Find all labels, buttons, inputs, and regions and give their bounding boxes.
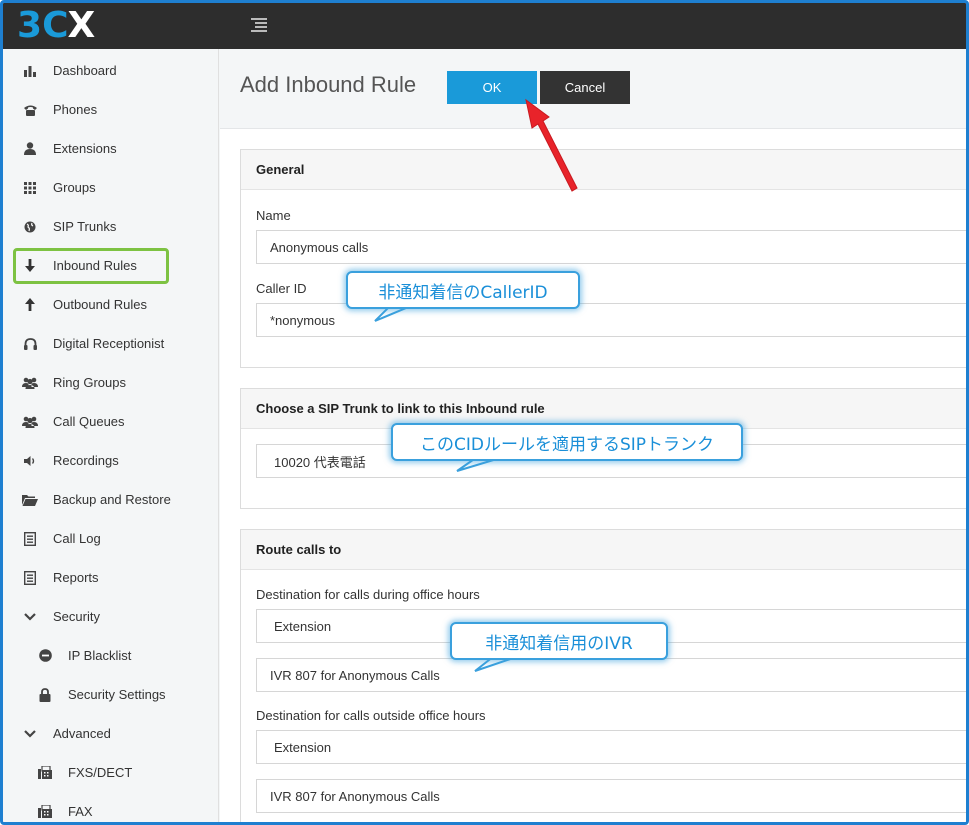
speaker-icon bbox=[21, 452, 39, 470]
cancel-button[interactable]: Cancel bbox=[540, 71, 630, 104]
folder-icon bbox=[21, 491, 39, 509]
sidebar-item-backup-and-restore[interactable]: Backup and Restore bbox=[3, 480, 219, 519]
users-icon bbox=[21, 374, 39, 392]
sidebar-item-sip-trunks[interactable]: SIP Trunks bbox=[3, 207, 219, 246]
list-icon bbox=[21, 569, 39, 587]
user-icon bbox=[21, 140, 39, 158]
fax-icon bbox=[36, 764, 54, 782]
app-window: 3CX Dashboard Phones Extensions Groups S… bbox=[0, 0, 969, 825]
sidebar-item-extensions[interactable]: Extensions bbox=[3, 129, 219, 168]
panel-title: Route calls to bbox=[241, 530, 966, 570]
headset-icon bbox=[21, 335, 39, 353]
sidebar-item-dashboard[interactable]: Dashboard bbox=[3, 51, 219, 90]
sidebar-item-security-settings[interactable]: Security Settings bbox=[3, 675, 219, 714]
bar-chart-icon bbox=[21, 62, 39, 80]
ok-button[interactable]: OK bbox=[447, 71, 537, 104]
sidebar-item-fax[interactable]: FAX bbox=[3, 792, 219, 822]
sidebar-item-call-log[interactable]: Call Log bbox=[3, 519, 219, 558]
office-hours-destination-select[interactable]: IVR 807 for Anonymous Calls bbox=[256, 658, 966, 692]
sidebar-item-groups[interactable]: Groups bbox=[3, 168, 219, 207]
caller-id-label: Caller ID bbox=[256, 281, 307, 296]
sidebar-item-inbound-rules[interactable]: Inbound Rules bbox=[3, 246, 219, 285]
name-field[interactable]: Anonymous calls bbox=[256, 230, 966, 264]
sidebar-item-outbound-rules[interactable]: Outbound Rules bbox=[3, 285, 219, 324]
chevron-down-icon bbox=[21, 608, 39, 626]
top-bar: 3CX bbox=[3, 3, 966, 49]
page-header: Add Inbound Rule OK Cancel bbox=[220, 49, 966, 129]
sidebar-item-call-queues[interactable]: Call Queues bbox=[3, 402, 219, 441]
sidebar-item-ip-blacklist[interactable]: IP Blacklist bbox=[3, 636, 219, 675]
page-title: Add Inbound Rule bbox=[240, 72, 417, 97]
general-panel: General Name Anonymous calls Caller ID *… bbox=[240, 149, 966, 368]
office-hours-label: Destination for calls during office hour… bbox=[256, 587, 480, 602]
phone-icon bbox=[21, 101, 39, 119]
sidebar-item-phones[interactable]: Phones bbox=[3, 90, 219, 129]
trunk-callout: このCIDルールを適用するSIPトランク bbox=[391, 423, 743, 461]
menu-toggle-icon[interactable] bbox=[251, 18, 267, 32]
list-icon bbox=[21, 530, 39, 548]
sidebar-item-advanced[interactable]: Advanced bbox=[3, 714, 219, 753]
arrow-up-icon bbox=[21, 296, 39, 314]
users-icon bbox=[21, 413, 39, 431]
sidebar-item-security[interactable]: Security bbox=[3, 597, 219, 636]
name-label: Name bbox=[256, 208, 291, 223]
lock-icon bbox=[36, 686, 54, 704]
ivr-callout: 非通知着信用のIVR bbox=[450, 622, 668, 660]
callerid-callout: 非通知着信のCallerID bbox=[346, 271, 580, 309]
3cx-logo[interactable]: 3CX bbox=[17, 5, 95, 46]
sidebar-item-ring-groups[interactable]: Ring Groups bbox=[3, 363, 219, 402]
sidebar-item-reports[interactable]: Reports bbox=[3, 558, 219, 597]
globe-icon bbox=[21, 218, 39, 236]
route-calls-panel: Route calls to Destination for calls dur… bbox=[240, 529, 966, 822]
outside-hours-label: Destination for calls outside office hou… bbox=[256, 708, 486, 723]
sidebar-item-digital-receptionist[interactable]: Digital Receptionist bbox=[3, 324, 219, 363]
outside-hours-type-select[interactable]: Extension bbox=[256, 730, 966, 764]
sidebar: Dashboard Phones Extensions Groups SIP T… bbox=[3, 49, 219, 822]
grid-icon bbox=[21, 179, 39, 197]
panel-title: General bbox=[241, 150, 966, 190]
minus-circle-icon bbox=[36, 647, 54, 665]
outside-hours-destination-select[interactable]: IVR 807 for Anonymous Calls bbox=[256, 779, 966, 813]
fax-icon bbox=[36, 803, 54, 821]
sidebar-item-recordings[interactable]: Recordings bbox=[3, 441, 219, 480]
chevron-down-icon bbox=[21, 725, 39, 743]
sidebar-item-fxs-dect[interactable]: FXS/DECT bbox=[3, 753, 219, 792]
arrow-down-icon bbox=[21, 257, 39, 275]
